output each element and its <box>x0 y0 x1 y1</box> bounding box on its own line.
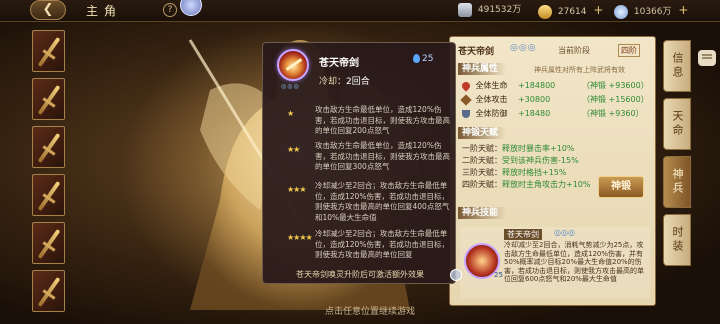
equipment-slot-1[interactable] <box>32 30 65 72</box>
skill-name: 苍天帝剑 <box>504 229 542 240</box>
mana-drop-icon <box>413 54 420 63</box>
equipment-slot-4[interactable] <box>32 174 65 216</box>
tab-divine-weapon[interactable]: 神兵 <box>663 156 691 208</box>
side-tabs: 信息 天命 神兵 时装 <box>663 40 691 280</box>
skill-box[interactable]: 25 苍天帝剑 ◎◎◎ 冷却减少至2回合，消耗气势减少为25点，攻击敌方生命最低… <box>460 227 650 299</box>
skill-description: 冷却减少至2回合，消耗气势减少为25点，攻击敌方生命最低单位，造成120%伤害，… <box>504 241 644 283</box>
skill-sword-icon <box>277 49 309 81</box>
equipment-slot-5[interactable] <box>32 222 65 264</box>
back-button[interactable]: ❮ <box>30 0 66 20</box>
touch-cursor <box>450 269 462 281</box>
stat-row-atk: 全体攻击 +30800 （神锻 +15600） <box>460 93 652 106</box>
level-text: 冷却减少至2回合；攻击敌方生命最低单位，造成120%伤害，若成功击退目标，则使我… <box>315 229 449 259</box>
chat-button[interactable] <box>698 50 716 66</box>
back-arrow-icon: ❮ <box>42 2 54 17</box>
resource-silver: 491532万 <box>458 2 521 18</box>
top-bar: ❮ 主角 ? 491532万 27614 + 10366万 + <box>0 0 720 22</box>
tab-costume[interactable]: 时装 <box>663 214 691 266</box>
equipment-slot-2[interactable] <box>32 78 65 120</box>
stat-row-hp: 全体生命 +184800 （神锻 +93600） <box>460 79 652 92</box>
level-stars: ★★ <box>287 145 300 154</box>
tab-info[interactable]: 信息 <box>663 40 691 92</box>
gold-ingot-icon <box>538 4 552 19</box>
sword-stat-icon <box>460 93 472 106</box>
level-text: 攻击敌方生命最低单位，造成120%伤害，若成功击退目标，则使我方攻击最高的单位回… <box>315 141 450 171</box>
current-stage-value: 四阶 <box>618 44 640 57</box>
skill-tooltip: ◎◎◎ 苍天帝剑 25 冷却：2回合 ★ 攻击敌方生命最低单位，造成120%伤害… <box>262 42 456 284</box>
skill-mana-badge: 25 <box>494 271 503 279</box>
resource-spirit: 10366万 + <box>614 2 688 19</box>
panel-header: 苍天帝剑 ◎◎◎ 当前阶段 四阶 <box>450 41 657 61</box>
forge-button[interactable]: 神锻 <box>598 176 644 198</box>
shield-icon <box>462 109 470 118</box>
resource-gold: 27614 + <box>538 2 603 19</box>
level-stars: ★★★ <box>287 185 306 194</box>
tooltip-cooldown: 冷却：2回合 <box>319 77 370 87</box>
divine-weapon-panel: 苍天帝剑 ◎◎◎ 当前阶段 四阶 神兵属性 神兵属性对所有上阵武将有效 全体生命… <box>449 36 656 306</box>
tooltip-mana: 25 <box>413 54 433 64</box>
talent-row-4: 四阶天赋：释放时主角攻击力+10% <box>462 180 591 189</box>
level-text: 攻击敌方生命最低单位，造成120%伤害，若成功击退目标，则使我方攻击最高的单位回… <box>315 105 450 135</box>
equipment-column <box>30 24 66 324</box>
talent-section-title: 神锻天赋 <box>458 127 507 139</box>
spirit-icon <box>614 4 628 19</box>
level-stars: ★★★★ <box>287 233 313 242</box>
heart-icon <box>460 79 472 92</box>
help-button[interactable]: ? <box>163 3 177 17</box>
tooltip-icon-stars: ◎◎◎ <box>281 83 300 90</box>
tab-destiny[interactable]: 天命 <box>663 98 691 150</box>
page-title: 主角 <box>86 4 123 18</box>
skill-stars: ◎◎◎ <box>554 228 575 237</box>
equipment-slot-3[interactable] <box>32 126 65 168</box>
level-text: 冷却减少至2回合；攻击敌方生命最低单位，造成120%伤害，若成功击退目标，则使我… <box>315 181 450 222</box>
weapon-name: 苍天帝剑 <box>458 47 495 57</box>
add-spirit-button[interactable]: + <box>678 3 688 17</box>
avatar[interactable] <box>180 0 202 16</box>
tooltip-title: 苍天帝剑 <box>319 58 359 69</box>
current-stage-label: 当前阶段 <box>558 46 590 55</box>
attr-section-title: 神兵属性 <box>458 63 507 75</box>
stat-row-def: 全体防御 +18480 （神锻 +9360） <box>462 107 652 120</box>
attr-section-note: 神兵属性对所有上阵武将有效 <box>534 66 625 74</box>
continue-hint[interactable]: 点击任意位置继续游戏 <box>280 304 460 317</box>
weapon-stars: ◎◎◎ <box>510 43 537 53</box>
level-stars: ★ <box>287 109 294 118</box>
skill-section-title: 神兵技能 <box>458 207 507 219</box>
equipment-slot-6[interactable] <box>32 270 65 312</box>
add-gold-button[interactable]: + <box>593 3 603 17</box>
tooltip-footer: 苍天帝剑唤灵升阶后可激活额外效果 <box>296 270 424 279</box>
talent-row-1: 一阶天赋：释放时暴击率+10% <box>462 144 575 153</box>
talent-row-3: 三阶天赋：释放时格挡+15% <box>462 168 567 177</box>
silver-icon <box>458 2 472 17</box>
talent-row-2: 二阶天赋：受到该神兵伤害-15% <box>462 156 579 165</box>
